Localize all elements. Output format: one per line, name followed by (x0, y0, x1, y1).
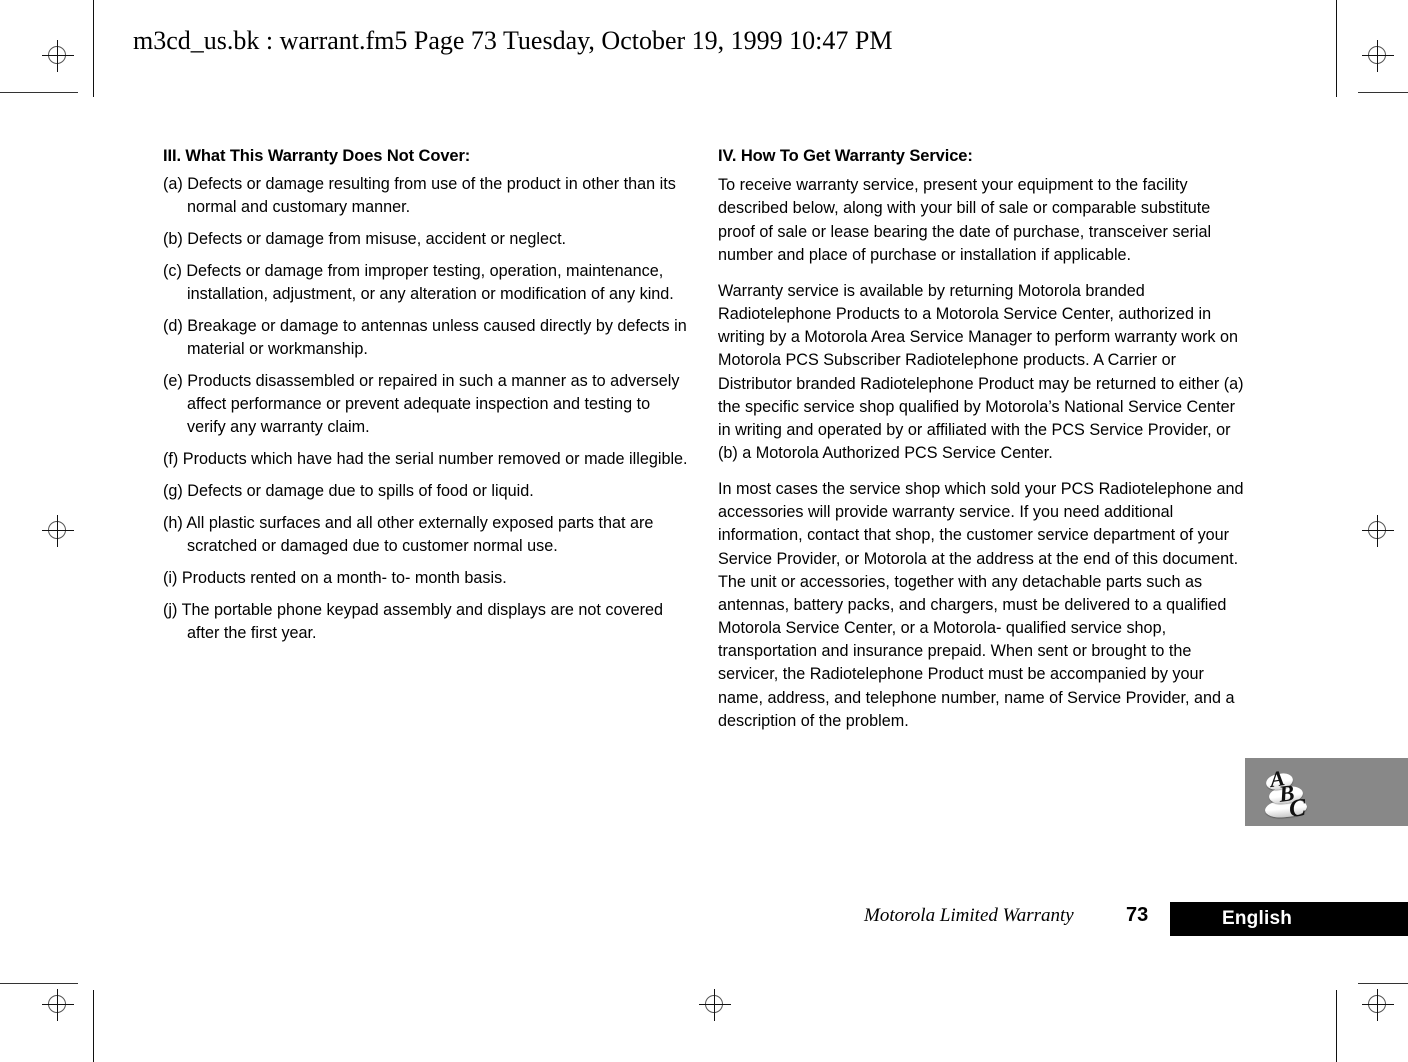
list-item: (c) Defects or damage from improper test… (163, 262, 674, 304)
list-item: (e) Products disassembled or repaired in… (163, 372, 680, 437)
registration-mark-bottom-center (698, 988, 732, 1022)
paragraph: Warranty service is available by returni… (718, 281, 1244, 462)
list-item: (f) Products which have had the serial n… (163, 450, 688, 469)
section-heading-does-not-cover: III. What This Warranty Does Not Cover: (163, 147, 471, 165)
crop-line-right-top (1336, 0, 1337, 97)
crop-line-top-right (1358, 92, 1408, 93)
crop-line-left-bottom (93, 990, 94, 1062)
registration-mark-middle-right (1361, 514, 1395, 548)
abc-logo-icon: A B C (1259, 762, 1321, 824)
language-tab: English (1170, 902, 1408, 936)
paragraph: In most cases the service shop which sol… (718, 480, 1244, 730)
left-text-column: III. What This Warranty Does Not Cover: … (163, 145, 688, 654)
crop-line-right-bottom (1336, 990, 1337, 1062)
list-item: (a) Defects or damage resulting from use… (163, 175, 676, 217)
registration-mark-bottom-right (1361, 988, 1395, 1022)
language-tab-label: English (1222, 908, 1293, 929)
crop-line-top-left (0, 92, 78, 93)
logo-letter-c: C (1287, 794, 1308, 823)
section-heading-warranty-service: IV. How To Get Warranty Service: (718, 147, 973, 165)
footer-chapter-title: Motorola Limited Warranty (864, 905, 1074, 926)
registration-mark-top-left (41, 39, 75, 73)
registration-mark-middle-left (41, 514, 75, 548)
right-text-column: IV. How To Get Warranty Service: To rece… (718, 145, 1248, 746)
list-item: (h) All plastic surfaces and all other e… (163, 514, 654, 556)
registration-mark-bottom-left (41, 988, 75, 1022)
list-item: (i) Products rented on a month- to- mont… (163, 569, 507, 588)
paragraph: To receive warranty service, present you… (718, 176, 1212, 264)
list-item: (b) Defects or damage from misuse, accid… (163, 230, 567, 249)
list-item: (d) Breakage or damage to antennas unles… (163, 317, 687, 359)
abc-logo-block: A B C (1245, 758, 1408, 826)
footer-page-number: 73 (1126, 904, 1149, 926)
list-item: (j) The portable phone keypad assembly a… (163, 601, 664, 643)
crop-line-left-top (93, 0, 94, 97)
crop-line-bottom-right (1358, 983, 1408, 984)
crop-line-bottom-left (0, 983, 78, 984)
document-page: m3cd_us.bk : warrant.fm5 Page 73 Tuesday… (0, 0, 1408, 1062)
list-item: (g) Defects or damage due to spills of f… (163, 482, 534, 501)
file-info-header: m3cd_us.bk : warrant.fm5 Page 73 Tuesday… (133, 26, 893, 55)
registration-mark-top-right (1361, 39, 1395, 73)
